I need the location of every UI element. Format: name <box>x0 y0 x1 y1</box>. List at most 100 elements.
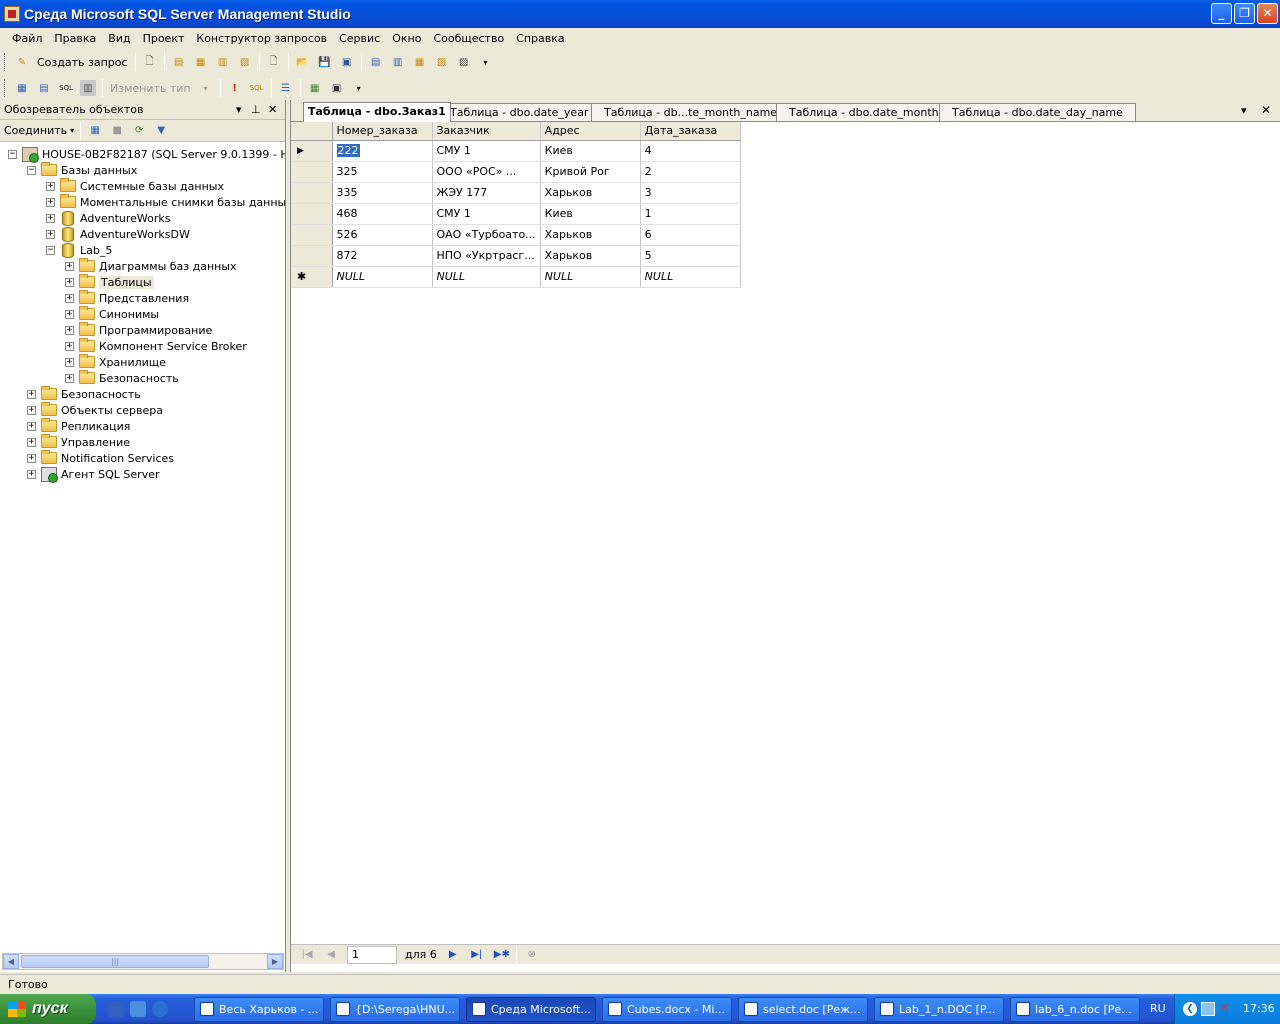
grid-cell[interactable]: ЖЭУ 177 <box>432 182 541 204</box>
expand-icon[interactable]: + <box>65 341 74 351</box>
table-row[interactable]: 872 НПО «Укртрасг... Харьков 5 <box>291 245 741 267</box>
title-bar[interactable]: Среда Microsoft SQL Server Management St… <box>0 0 1280 28</box>
execute-sql-icon[interactable]: ! <box>227 80 243 96</box>
grid-cell[interactable]: NULL <box>540 266 641 288</box>
xmla-query-icon[interactable]: ▧ <box>237 54 253 70</box>
expand-icon[interactable]: + <box>46 181 55 191</box>
taskbar-item[interactable]: {D:\Serega\HNU... <box>330 997 460 1022</box>
quicklaunch-browser-icon[interactable] <box>130 1001 146 1017</box>
add-table-icon[interactable]: ▦ <box>307 80 323 96</box>
tab-list-dropdown-icon[interactable]: ▾ <box>1241 104 1247 117</box>
grid-cell[interactable]: ОАО «Турбоато... <box>432 224 541 246</box>
grid-cell[interactable]: NULL <box>432 266 541 288</box>
column-header[interactable]: Адрес <box>540 122 641 141</box>
scroll-right-icon[interactable]: ▶ <box>267 954 283 969</box>
new-query-button[interactable]: Создать запрос <box>37 56 128 69</box>
row-header-corner[interactable] <box>291 122 333 141</box>
tree-node-diagrams[interactable]: + Диаграммы баз данных <box>65 258 237 274</box>
tab-date-year[interactable]: Таблица - dbo.date_year <box>437 103 602 121</box>
tree-node-notification-services[interactable]: + Notification Services <box>27 450 174 466</box>
tab-zakaz1[interactable]: Таблица - dbo.Заказ1 <box>303 102 451 122</box>
current-record-input[interactable]: 1 <box>347 945 397 964</box>
tree-node-adventureworksdw[interactable]: + AdventureWorksDW <box>46 226 190 242</box>
grid-cell[interactable]: 222 <box>332 140 433 162</box>
expand-icon[interactable]: + <box>46 229 55 239</box>
tree-node-lab5[interactable]: − Lab_5 <box>46 242 112 258</box>
scroll-left-icon[interactable]: ◀ <box>3 954 19 969</box>
close-button[interactable]: ✕ <box>1257 3 1278 24</box>
filter-icon[interactable]: ▼ <box>153 123 169 139</box>
grid-cell[interactable]: 325 <box>332 161 433 183</box>
results-pane-icon[interactable]: ▥ <box>80 80 96 96</box>
row-header[interactable] <box>291 182 333 204</box>
registered-servers-icon[interactable]: ▤ <box>368 54 384 70</box>
expand-icon[interactable]: + <box>46 197 55 207</box>
row-header[interactable] <box>291 203 333 225</box>
menu-tools[interactable]: Сервис <box>333 32 386 45</box>
taskbar-item[interactable]: lab_6_n.doc [Ре... <box>1010 997 1140 1022</box>
tree-node-server-objects[interactable]: + Объекты сервера <box>27 402 163 418</box>
tree-node-db-security[interactable]: + Безопасность <box>65 370 179 386</box>
grid-cell[interactable]: 2 <box>640 161 741 183</box>
connect-chevron-icon[interactable]: ▾ <box>70 126 74 135</box>
menu-file[interactable]: Файл <box>6 32 48 45</box>
tree-node-views[interactable]: + Представления <box>65 290 189 306</box>
stop-icon[interactable]: ⊗ <box>525 948 539 962</box>
grid-cell[interactable]: СМУ 1 <box>432 140 541 162</box>
horizontal-scrollbar[interactable]: ◀ ||| ▶ <box>2 953 284 970</box>
taskbar-item[interactable]: Cubes.docx - Mi... <box>602 997 732 1022</box>
tree-node-management[interactable]: + Управление <box>27 434 130 450</box>
open-folder-icon[interactable]: 📂 <box>295 54 311 70</box>
collapse-icon[interactable]: − <box>46 245 55 255</box>
grid-cell[interactable]: Киев <box>540 203 641 225</box>
tab-close-icon[interactable]: ✕ <box>1261 103 1271 117</box>
change-type-dropdown[interactable]: Изменить тип <box>110 82 191 95</box>
new-item-icon[interactable]: 🗋 <box>266 54 282 70</box>
add-derived-table-icon[interactable]: ▣ <box>329 80 345 96</box>
table-row[interactable]: 335 ЖЭУ 177 Харьков 3 <box>291 182 741 204</box>
expand-icon[interactable]: + <box>27 405 36 415</box>
expand-icon[interactable]: + <box>65 325 74 335</box>
tree-node-snapshots[interactable]: + Моментальные снимки базы данных <box>46 194 285 210</box>
dmx-query-icon[interactable]: ▥ <box>215 54 231 70</box>
stop-icon[interactable]: ■ <box>109 123 125 139</box>
previous-record-icon[interactable]: ◀ <box>324 948 338 962</box>
expand-icon[interactable]: + <box>27 421 36 431</box>
menu-community[interactable]: Сообщество <box>427 32 510 45</box>
criteria-pane-icon[interactable]: ▤ <box>36 80 52 96</box>
toolbar-overflow-icon[interactable]: ▾ <box>478 54 494 70</box>
grid-cell[interactable]: Харьков <box>540 224 641 246</box>
expand-icon[interactable]: + <box>65 373 74 383</box>
tree-node-storage[interactable]: + Хранилище <box>65 354 166 370</box>
summary-icon[interactable]: ▥ <box>390 54 406 70</box>
table-row[interactable]: ▶ 222 СМУ 1 Киев 4 <box>291 140 741 162</box>
taskbar-item-active[interactable]: Среда Microsoft... <box>466 997 596 1022</box>
row-header[interactable] <box>291 161 333 183</box>
collapse-icon[interactable]: − <box>8 149 17 159</box>
quicklaunch-ie-icon[interactable] <box>152 1001 168 1017</box>
grid-cell[interactable]: Киев <box>540 140 641 162</box>
panel-dropdown-icon[interactable]: ▾ <box>236 103 242 116</box>
group-by-icon[interactable]: ☰ <box>278 80 294 96</box>
row-header[interactable] <box>291 245 333 267</box>
connect-dropdown[interactable]: Соединить <box>4 124 67 137</box>
expand-icon[interactable]: + <box>65 261 74 271</box>
grid-cell[interactable]: Харьков <box>540 182 641 204</box>
tree-node-sql-agent[interactable]: + Агент SQL Server <box>27 466 160 483</box>
start-button[interactable]: пуск <box>0 994 96 1024</box>
taskbar-item[interactable]: Весь Харьков - ... <box>194 997 324 1022</box>
next-record-icon[interactable]: ▶ <box>446 948 460 962</box>
grid-cell[interactable]: СМУ 1 <box>432 203 541 225</box>
tab-date-month[interactable]: Таблица - dbo.date_month <box>776 103 952 121</box>
save-all-icon[interactable]: ▣ <box>339 54 355 70</box>
row-header[interactable] <box>291 224 333 246</box>
panel-close-icon[interactable]: ✕ <box>268 103 277 116</box>
menu-query-designer[interactable]: Конструктор запросов <box>190 32 333 45</box>
table-row[interactable]: 526 ОАО «Турбоато... Харьков 6 <box>291 224 741 246</box>
clock[interactable]: 17:36 <box>1243 994 1275 1024</box>
tree-node-server[interactable]: − HOUSE-0B2F82187 (SQL Server 9.0.1399 - … <box>8 146 285 163</box>
tree-node-replication[interactable]: + Репликация <box>27 418 130 434</box>
toolbar-grip[interactable] <box>4 53 7 71</box>
expand-icon[interactable]: + <box>27 437 36 447</box>
tray-expand-icon[interactable]: ❮ <box>1183 1002 1197 1016</box>
